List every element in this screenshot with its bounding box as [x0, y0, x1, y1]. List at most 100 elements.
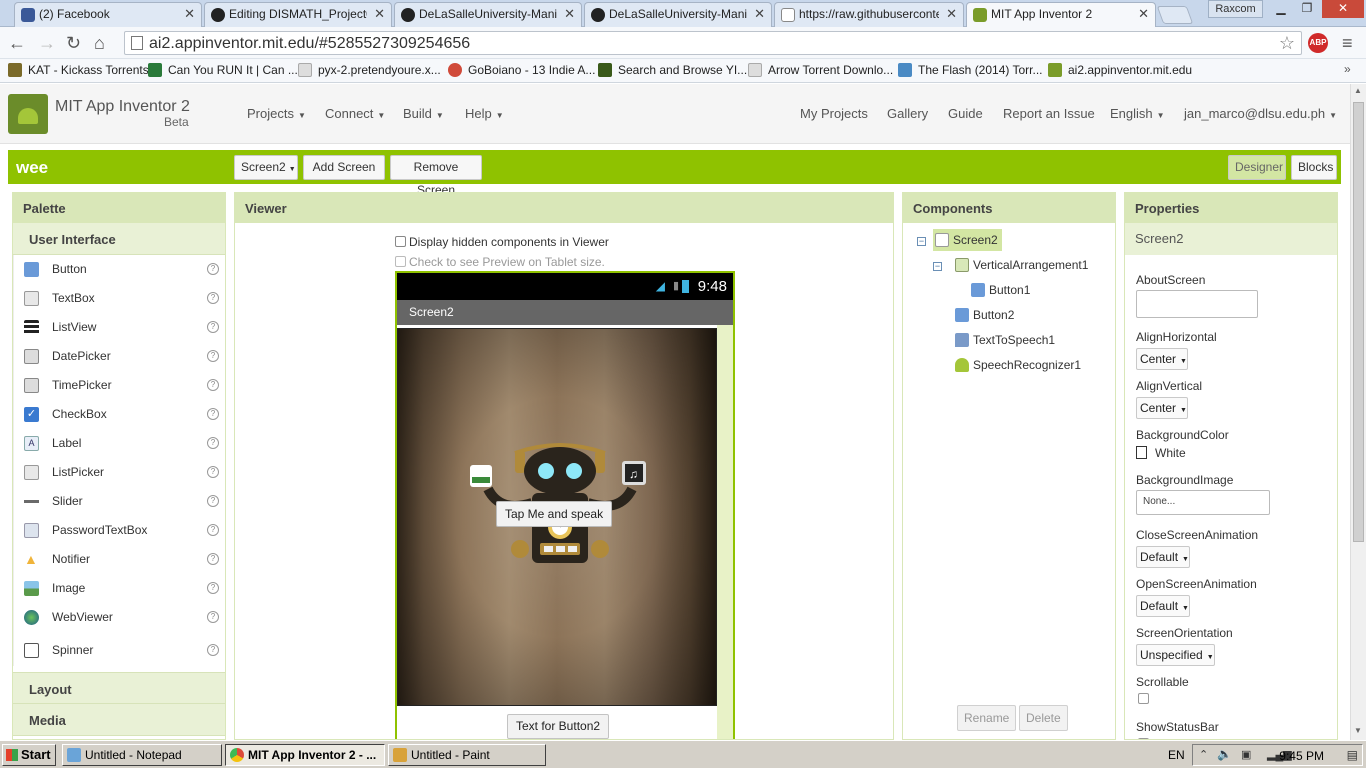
menu-projects[interactable]: Projects ▼ [247, 106, 306, 121]
delete-button[interactable]: Delete [1019, 705, 1068, 731]
bookmark-item[interactable]: The Flash (2014) Torr... [898, 63, 1043, 77]
openscreenanimation-select[interactable]: Default ▼ [1136, 595, 1190, 617]
my-projects-link[interactable]: My Projects [800, 106, 868, 121]
button2-preview[interactable]: Text for Button2 [507, 714, 610, 739]
menu-build[interactable]: Build ▼ [403, 106, 444, 121]
browser-menu-icon[interactable]: ≡ [1342, 33, 1353, 54]
tree-item-screen2[interactable]: Screen2 [933, 229, 1002, 251]
palette-item-passwordtextbox[interactable]: PasswordTextBox? [14, 516, 225, 545]
backgroundimage-field[interactable]: None... [1136, 490, 1270, 515]
remove-screen-button[interactable]: Remove Screen [390, 155, 482, 197]
tab-raw-github[interactable]: https://raw.githubuserconte ✕ [774, 2, 964, 27]
palette-item-button[interactable]: Button? [14, 255, 225, 284]
tree-item-speechrecognizer1[interactable]: SpeechRecognizer1 [955, 358, 1081, 372]
guide-link[interactable]: Guide [948, 106, 983, 121]
palette-item-listpicker[interactable]: ListPicker? [14, 458, 225, 487]
help-icon[interactable]: ? [207, 582, 219, 594]
palette-section-media[interactable]: Media [13, 704, 225, 736]
collapse-toggle-icon[interactable]: − [917, 237, 926, 246]
close-tab-icon[interactable]: ✕ [754, 6, 765, 22]
palette-item-label[interactable]: A Label? [14, 429, 225, 458]
bookmark-item[interactable]: Can You RUN It | Can ... [148, 63, 298, 77]
help-icon[interactable]: ? [207, 553, 219, 565]
app-inventor-logo-icon[interactable] [8, 94, 48, 134]
adblock-icon[interactable]: ABP [1308, 33, 1328, 53]
language-menu[interactable]: English ▼ [1110, 106, 1165, 121]
blocks-button[interactable]: Blocks [1291, 155, 1337, 180]
palette-item-spinner[interactable]: Spinner? [14, 632, 225, 666]
backgroundcolor-picker[interactable]: White [1136, 446, 1186, 460]
palette-item-checkbox[interactable]: ✓ CheckBox? [14, 400, 225, 429]
scrollable-checkbox[interactable] [1138, 693, 1149, 704]
taskbar-item-chrome[interactable]: MIT App Inventor 2 - ... [225, 744, 385, 766]
tree-item-verticalarrangement1[interactable]: VerticalArrangement1 [955, 258, 1088, 272]
help-icon[interactable]: ? [207, 466, 219, 478]
bookmarks-overflow-icon[interactable]: » [1344, 62, 1351, 76]
help-icon[interactable]: ? [207, 321, 219, 333]
tab-app-inventor[interactable]: MIT App Inventor 2 ✕ [966, 2, 1156, 28]
help-icon[interactable]: ? [207, 408, 219, 420]
help-icon[interactable]: ? [207, 644, 219, 656]
scrollbar-thumb[interactable] [1353, 102, 1364, 542]
close-tab-icon[interactable]: ✕ [946, 6, 957, 22]
help-icon[interactable]: ? [207, 292, 219, 304]
taskbar-item-notepad[interactable]: Untitled - Notepad [62, 744, 222, 766]
palette-item-listview[interactable]: ListView? [14, 313, 225, 342]
home-icon[interactable]: ⌂ [94, 33, 105, 54]
tab-github-editing[interactable]: Editing DISMATH_Project0.0 ✕ [204, 2, 392, 27]
help-icon[interactable]: ? [207, 263, 219, 275]
screen-select[interactable]: Screen2 ▼ [234, 155, 298, 180]
start-button[interactable]: Start [2, 744, 56, 766]
help-icon[interactable]: ? [207, 495, 219, 507]
bookmark-item[interactable]: pyx-2.pretendyoure.x... [298, 63, 441, 77]
palette-item-textbox[interactable]: TextBox? [14, 284, 225, 313]
tree-item-button1[interactable]: Button1 [971, 283, 1030, 297]
taskbar-item-paint[interactable]: Untitled - Paint [388, 744, 546, 766]
screen-title-bar[interactable]: Screen2 [397, 300, 733, 325]
closescreenanimation-select[interactable]: Default ▼ [1136, 546, 1190, 568]
checkbox-box[interactable] [395, 256, 406, 267]
profile-badge[interactable]: Raxcom [1208, 0, 1263, 18]
bookmark-item[interactable]: Arrow Torrent Downlo... [748, 63, 893, 77]
palette-item-image[interactable]: Image? [14, 574, 225, 603]
close-tab-icon[interactable]: ✕ [564, 6, 575, 22]
device-icon[interactable]: ▣ [1241, 748, 1251, 761]
tab-facebook[interactable]: (2) Facebook ✕ [14, 2, 202, 27]
tree-item-button2[interactable]: Button2 [955, 308, 1014, 322]
menu-help[interactable]: Help ▼ [465, 106, 504, 121]
close-window-icon[interactable]: ✕ [1322, 0, 1364, 18]
tree-item-texttospeech1[interactable]: TextToSpeech1 [955, 333, 1055, 347]
add-screen-button[interactable]: Add Screen ... [303, 155, 385, 197]
scroll-up-icon[interactable]: ▲ [1354, 86, 1362, 95]
hidden-components-checkbox[interactable]: Display hidden components in Viewer [395, 235, 609, 249]
close-tab-icon[interactable]: ✕ [374, 6, 385, 22]
vertical-arrangement-preview[interactable]: ♫ Tap Me and speak [397, 328, 717, 706]
palette-section-user-interface[interactable]: User Interface [13, 223, 225, 255]
tab-github-dlsu-1[interactable]: DeLaSalleUniversity-Manila-D ✕ [394, 2, 582, 27]
tab-github-dlsu-2[interactable]: DeLaSalleUniversity-Manila-D ✕ [584, 2, 772, 27]
designer-button[interactable]: Designer [1228, 155, 1286, 180]
url-field[interactable]: ai2.appinventor.mit.edu/#528552730925465… [124, 31, 1302, 55]
page-scrollbar[interactable]: ▲ ▼ [1350, 84, 1366, 740]
user-menu[interactable]: jan_marco@dlsu.edu.ph ▼ [1184, 106, 1337, 121]
bookmark-item[interactable]: Search and Browse YI... [598, 63, 747, 77]
palette-item-datepicker[interactable]: DatePicker? [14, 342, 225, 371]
rename-button[interactable]: Rename [957, 705, 1017, 731]
aboutscreen-textarea[interactable] [1136, 290, 1258, 318]
palette-item-notifier[interactable]: ▲ Notifier? [14, 545, 225, 574]
gallery-link[interactable]: Gallery [887, 106, 928, 121]
help-icon[interactable]: ? [207, 524, 219, 536]
menu-connect[interactable]: Connect ▼ [325, 106, 385, 121]
palette-item-slider[interactable]: Slider? [14, 487, 225, 516]
reload-icon[interactable]: ↻ [66, 33, 81, 54]
alignvertical-select[interactable]: Center ▼ [1136, 397, 1188, 419]
button1-preview[interactable]: Tap Me and speak [496, 501, 613, 527]
help-icon[interactable]: ? [207, 437, 219, 449]
bookmark-star-icon[interactable]: ☆ [1279, 33, 1295, 54]
taskbar-clock[interactable]: 9:45 PM [1279, 749, 1324, 763]
language-indicator[interactable]: EN [1168, 748, 1185, 762]
bookmark-item[interactable]: ai2.appinventor.mit.edu [1048, 63, 1192, 77]
help-icon[interactable]: ? [207, 379, 219, 391]
restore-icon[interactable]: ❐ [1294, 0, 1320, 18]
alignhorizontal-select[interactable]: Center ▼ [1136, 348, 1188, 370]
